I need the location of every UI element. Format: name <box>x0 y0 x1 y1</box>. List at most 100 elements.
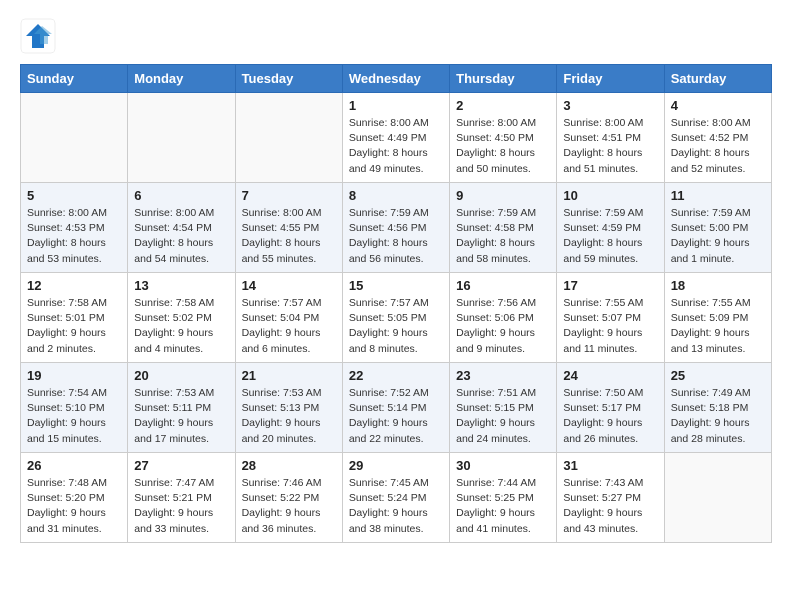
calendar-cell: 1Sunrise: 8:00 AMSunset: 4:49 PMDaylight… <box>342 93 449 183</box>
calendar-cell: 13 Sunrise: 7:58 AMSunset: 5:02 PMDayligh… <box>128 273 235 363</box>
calendar-cell: 14 Sunrise: 7:57 AMSunset: 5:04 PMDayligh… <box>235 273 342 363</box>
page: SundayMondayTuesdayWednesdayThursdayFrid… <box>0 0 792 561</box>
calendar-cell <box>235 93 342 183</box>
day-number: 5 <box>27 188 121 203</box>
day-number: 14 <box>242 278 336 293</box>
calendar-cell: 20 Sunrise: 7:53 AMSunset: 5:11 PMDayligh… <box>128 363 235 453</box>
calendar-cell <box>21 93 128 183</box>
calendar-header-row: SundayMondayTuesdayWednesdayThursdayFrid… <box>21 65 772 93</box>
calendar-cell: 30 Sunrise: 7:44 AMSunset: 5:25 PMDayligh… <box>450 453 557 543</box>
day-number: 26 <box>27 458 121 473</box>
day-number: 23 <box>456 368 550 383</box>
day-info: Sunrise: 7:53 AMSunset: 5:11 PMDaylight:… <box>134 386 228 447</box>
weekday-header-wednesday: Wednesday <box>342 65 449 93</box>
calendar-cell: 6 Sunrise: 8:00 AMSunset: 4:54 PMDaylight… <box>128 183 235 273</box>
day-number: 9 <box>456 188 550 203</box>
day-number: 4 <box>671 98 765 113</box>
day-info: Sunrise: 7:59 AMSunset: 4:58 PMDaylight:… <box>456 206 550 267</box>
day-info: Sunrise: 7:58 AMSunset: 5:02 PMDaylight:… <box>134 296 228 357</box>
calendar-cell: 29 Sunrise: 7:45 AMSunset: 5:24 PMDayligh… <box>342 453 449 543</box>
calendar-table: SundayMondayTuesdayWednesdayThursdayFrid… <box>20 64 772 543</box>
calendar-week-row: 1Sunrise: 8:00 AMSunset: 4:49 PMDaylight… <box>21 93 772 183</box>
day-number: 12 <box>27 278 121 293</box>
day-number: 6 <box>134 188 228 203</box>
day-number: 16 <box>456 278 550 293</box>
day-number: 20 <box>134 368 228 383</box>
calendar-cell: 19 Sunrise: 7:54 AMSunset: 5:10 PMDayligh… <box>21 363 128 453</box>
calendar-cell <box>128 93 235 183</box>
logo <box>20 18 60 54</box>
day-number: 18 <box>671 278 765 293</box>
calendar-week-row: 12 Sunrise: 7:58 AMSunset: 5:01 PMDayligh… <box>21 273 772 363</box>
calendar-cell: 12 Sunrise: 7:58 AMSunset: 5:01 PMDayligh… <box>21 273 128 363</box>
day-info: Sunrise: 7:53 AMSunset: 5:13 PMDaylight:… <box>242 386 336 447</box>
day-number: 3 <box>563 98 657 113</box>
day-number: 19 <box>27 368 121 383</box>
day-info: Sunrise: 7:58 AMSunset: 5:01 PMDaylight:… <box>27 296 121 357</box>
header <box>20 18 772 54</box>
day-number: 30 <box>456 458 550 473</box>
calendar-cell: 11 Sunrise: 7:59 AMSunset: 5:00 PMDayligh… <box>664 183 771 273</box>
calendar-cell: 15Sunrise: 7:57 AMSunset: 5:05 PMDayligh… <box>342 273 449 363</box>
day-number: 28 <box>242 458 336 473</box>
calendar-week-row: 19 Sunrise: 7:54 AMSunset: 5:10 PMDayligh… <box>21 363 772 453</box>
weekday-header-friday: Friday <box>557 65 664 93</box>
day-info: Sunrise: 7:49 AMSunset: 5:18 PMDaylight:… <box>671 386 765 447</box>
day-number: 11 <box>671 188 765 203</box>
calendar-cell: 22Sunrise: 7:52 AMSunset: 5:14 PMDayligh… <box>342 363 449 453</box>
day-number: 13 <box>134 278 228 293</box>
day-info: Sunrise: 7:43 AMSunset: 5:27 PMDaylight:… <box>563 476 657 537</box>
day-info: Sunrise: 7:44 AMSunset: 5:25 PMDaylight:… <box>456 476 550 537</box>
day-info: Sunrise: 7:59 AMSunset: 4:59 PMDaylight:… <box>563 206 657 267</box>
day-info: Sunrise: 7:52 AMSunset: 5:14 PMDaylight:… <box>349 386 443 447</box>
day-number: 10 <box>563 188 657 203</box>
day-info: Sunrise: 8:00 AMSunset: 4:53 PMDaylight:… <box>27 206 121 267</box>
day-number: 15 <box>349 278 443 293</box>
day-info: Sunrise: 8:00 AMSunset: 4:55 PMDaylight:… <box>242 206 336 267</box>
weekday-header-saturday: Saturday <box>664 65 771 93</box>
day-number: 21 <box>242 368 336 383</box>
day-info: Sunrise: 7:48 AMSunset: 5:20 PMDaylight:… <box>27 476 121 537</box>
calendar-week-row: 26 Sunrise: 7:48 AMSunset: 5:20 PMDayligh… <box>21 453 772 543</box>
day-info: Sunrise: 7:45 AMSunset: 5:24 PMDaylight:… <box>349 476 443 537</box>
day-info: Sunrise: 7:59 AMSunset: 4:56 PMDaylight:… <box>349 206 443 267</box>
calendar-cell: 7 Sunrise: 8:00 AMSunset: 4:55 PMDaylight… <box>235 183 342 273</box>
weekday-header-tuesday: Tuesday <box>235 65 342 93</box>
day-number: 8 <box>349 188 443 203</box>
calendar-cell: 2 Sunrise: 8:00 AMSunset: 4:50 PMDaylight… <box>450 93 557 183</box>
calendar-cell: 31Sunrise: 7:43 AMSunset: 5:27 PMDayligh… <box>557 453 664 543</box>
day-number: 17 <box>563 278 657 293</box>
day-info: Sunrise: 7:59 AMSunset: 5:00 PMDaylight:… <box>671 206 765 267</box>
day-info: Sunrise: 8:00 AMSunset: 4:49 PMDaylight:… <box>349 116 443 177</box>
day-info: Sunrise: 7:57 AMSunset: 5:04 PMDaylight:… <box>242 296 336 357</box>
day-info: Sunrise: 8:00 AMSunset: 4:52 PMDaylight:… <box>671 116 765 177</box>
calendar-cell: 28 Sunrise: 7:46 AMSunset: 5:22 PMDayligh… <box>235 453 342 543</box>
logo-icon <box>20 18 56 54</box>
day-info: Sunrise: 7:50 AMSunset: 5:17 PMDaylight:… <box>563 386 657 447</box>
day-number: 27 <box>134 458 228 473</box>
day-info: Sunrise: 8:00 AMSunset: 4:50 PMDaylight:… <box>456 116 550 177</box>
day-info: Sunrise: 7:47 AMSunset: 5:21 PMDaylight:… <box>134 476 228 537</box>
day-number: 2 <box>456 98 550 113</box>
calendar-cell: 5 Sunrise: 8:00 AMSunset: 4:53 PMDaylight… <box>21 183 128 273</box>
day-info: Sunrise: 7:46 AMSunset: 5:22 PMDaylight:… <box>242 476 336 537</box>
day-info: Sunrise: 7:55 AMSunset: 5:09 PMDaylight:… <box>671 296 765 357</box>
calendar-cell: 10 Sunrise: 7:59 AMSunset: 4:59 PMDayligh… <box>557 183 664 273</box>
day-number: 24 <box>563 368 657 383</box>
calendar-cell: 18 Sunrise: 7:55 AMSunset: 5:09 PMDayligh… <box>664 273 771 363</box>
day-info: Sunrise: 7:54 AMSunset: 5:10 PMDaylight:… <box>27 386 121 447</box>
weekday-header-thursday: Thursday <box>450 65 557 93</box>
day-number: 7 <box>242 188 336 203</box>
day-info: Sunrise: 7:55 AMSunset: 5:07 PMDaylight:… <box>563 296 657 357</box>
calendar-cell: 9 Sunrise: 7:59 AMSunset: 4:58 PMDaylight… <box>450 183 557 273</box>
day-number: 29 <box>349 458 443 473</box>
day-info: Sunrise: 7:51 AMSunset: 5:15 PMDaylight:… <box>456 386 550 447</box>
calendar-cell: 3Sunrise: 8:00 AMSunset: 4:51 PMDaylight… <box>557 93 664 183</box>
calendar-cell: 4 Sunrise: 8:00 AMSunset: 4:52 PMDaylight… <box>664 93 771 183</box>
calendar-cell: 16Sunrise: 7:56 AMSunset: 5:06 PMDayligh… <box>450 273 557 363</box>
day-info: Sunrise: 8:00 AMSunset: 4:54 PMDaylight:… <box>134 206 228 267</box>
weekday-header-monday: Monday <box>128 65 235 93</box>
calendar-cell: 17 Sunrise: 7:55 AMSunset: 5:07 PMDayligh… <box>557 273 664 363</box>
calendar-cell: 23 Sunrise: 7:51 AMSunset: 5:15 PMDayligh… <box>450 363 557 453</box>
calendar-week-row: 5 Sunrise: 8:00 AMSunset: 4:53 PMDaylight… <box>21 183 772 273</box>
